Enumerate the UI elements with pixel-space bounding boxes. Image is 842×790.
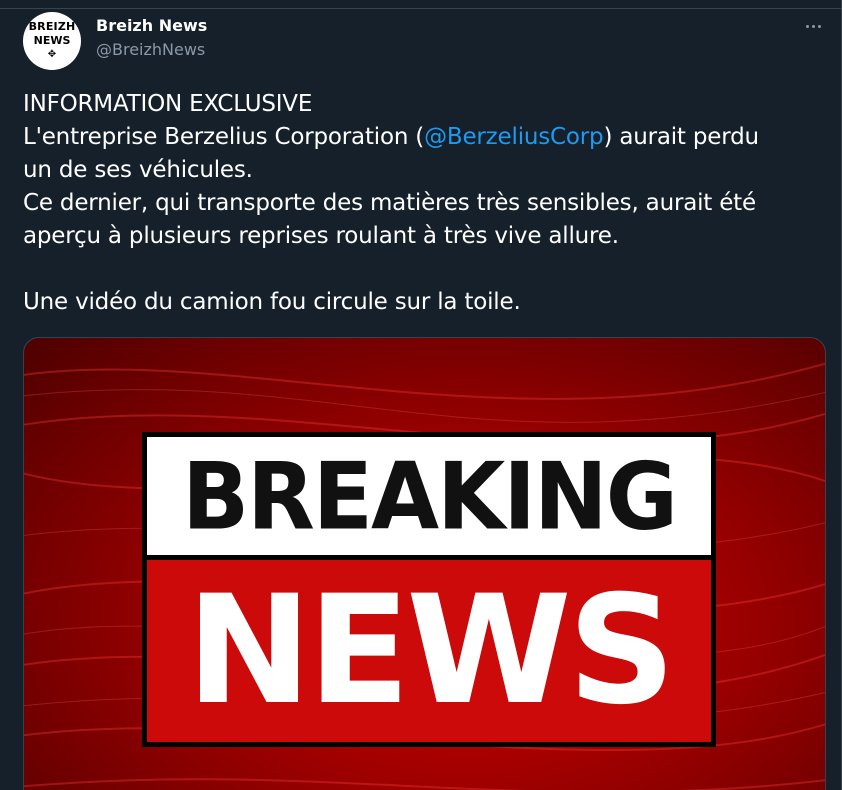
- breaking-banner: BREAKING: [142, 432, 716, 560]
- news-banner: NEWS: [142, 555, 716, 747]
- author-handle[interactable]: @BreizhNews: [96, 40, 205, 59]
- tweet-text-segment: ) aurait perdu: [603, 124, 759, 150]
- mention-link[interactable]: @BerzeliusCorp: [424, 124, 604, 150]
- more-options-button[interactable]: [798, 14, 828, 38]
- avatar-logo-line2: NEWS: [33, 34, 71, 47]
- tweet-line: Ce dernier, qui transporte des matières …: [23, 190, 756, 216]
- tweet-line: un de ses véhicules.: [23, 157, 253, 183]
- tweet-text: INFORMATION EXCLUSIVE L'entreprise Berze…: [23, 88, 823, 319]
- top-divider: [0, 0, 842, 9]
- news-headline: NEWS: [186, 564, 676, 738]
- breaking-headline: BREAKING: [182, 441, 678, 551]
- ermine-icon: ✥: [47, 49, 57, 60]
- avatar-logo-line1: BREIZH: [28, 20, 76, 33]
- tweet-line: INFORMATION EXCLUSIVE: [23, 91, 313, 117]
- tweet-line: aperçu à plusieurs reprises roulant à tr…: [23, 223, 619, 249]
- avatar[interactable]: BREIZH NEWS ✥: [23, 12, 81, 70]
- more-dots-icon: [805, 24, 821, 28]
- author-display-name[interactable]: Breizh News: [96, 16, 207, 35]
- tweet-line: L'entreprise Berzelius Corporation (@Ber…: [23, 121, 823, 154]
- tweet-text-segment: L'entreprise Berzelius Corporation (: [23, 124, 425, 150]
- tweet-page: BREIZH NEWS ✥ Breizh News @BreizhNews IN…: [0, 0, 842, 790]
- tweet-media-image[interactable]: BREAKING NEWS: [23, 337, 826, 790]
- tweet-line: Une vidéo du camion fou circule sur la t…: [23, 289, 521, 315]
